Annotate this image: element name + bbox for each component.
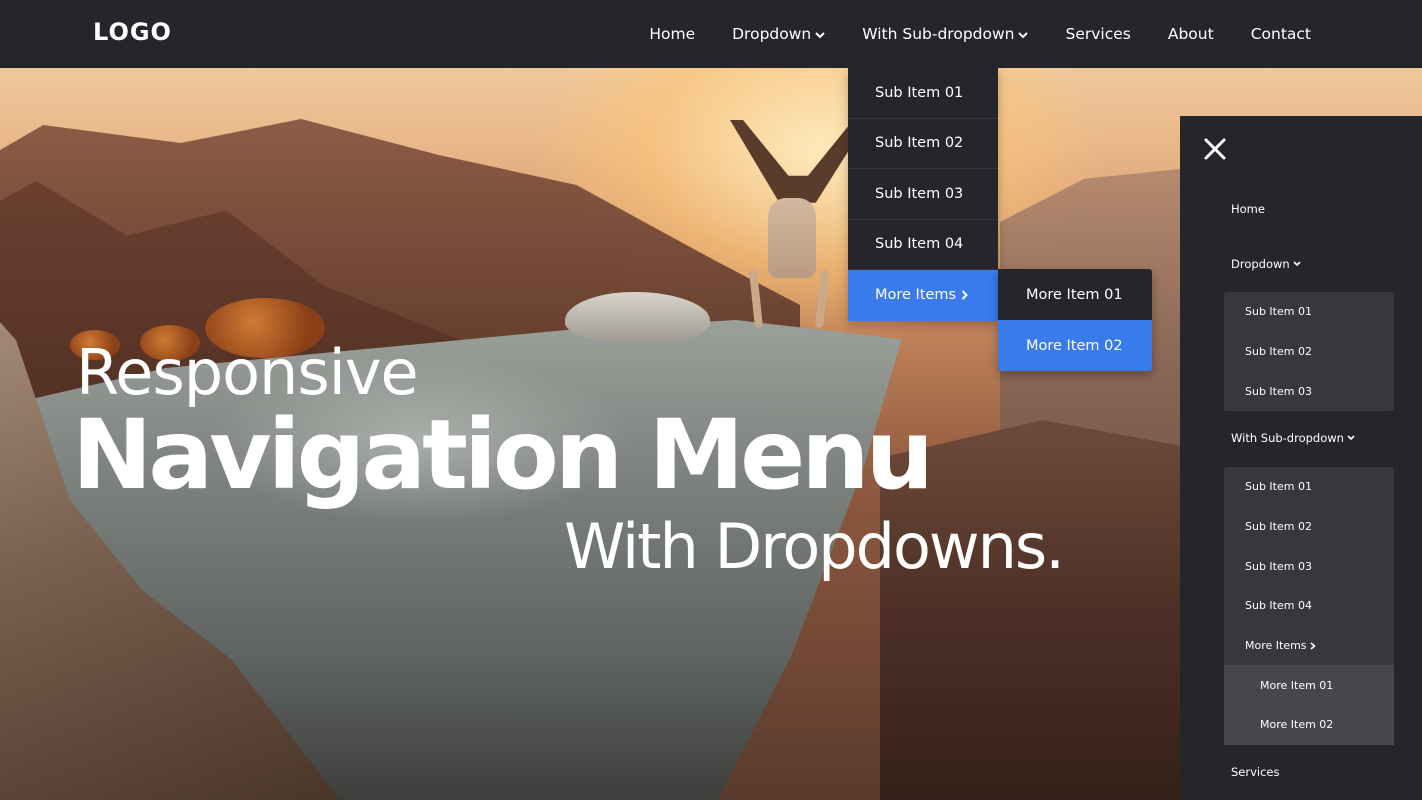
nav-item-about[interactable]: About (1168, 25, 1214, 43)
mobile-item-label: With Sub-dropdown (1231, 431, 1344, 445)
mobile-sub-item[interactable]: Sub Item 03 (1224, 371, 1394, 411)
chevron-down-icon (815, 31, 825, 38)
person-arm (814, 269, 830, 329)
person-arm (748, 269, 764, 329)
chevron-down-icon (1347, 435, 1355, 441)
sub-dropdown-item[interactable]: More Item 02 (998, 320, 1152, 371)
logo[interactable]: LOGO (93, 18, 172, 46)
mobile-more-items-group: More Item 01 More Item 02 (1224, 665, 1394, 745)
mobile-item-services[interactable]: Services (1231, 765, 1280, 779)
person-body (768, 198, 816, 278)
mobile-item-dropdown[interactable]: Dropdown (1231, 257, 1301, 271)
person-legs (730, 120, 860, 203)
chevron-right-icon (1310, 641, 1316, 650)
nav-item-home[interactable]: Home (649, 25, 695, 43)
mobile-sub-item[interactable]: Sub Item 04 (1224, 586, 1394, 626)
nav-item-label: Dropdown (732, 25, 812, 43)
mobile-item-label: Dropdown (1231, 257, 1290, 271)
mobile-menu-panel: Home Dropdown Sub Item 01 Sub Item 02 Su… (1180, 116, 1422, 800)
mobile-sub-item[interactable]: Sub Item 03 (1224, 546, 1394, 586)
mobile-sub-item[interactable]: Sub Item 02 (1224, 332, 1394, 372)
mobile-dropdown-group: Sub Item 01 Sub Item 02 Sub Item 03 (1224, 292, 1394, 412)
mobile-sub-item[interactable]: Sub Item 02 (1224, 507, 1394, 547)
nav-item-label: Home (649, 25, 696, 43)
nav-item-dropdown[interactable]: Dropdown (732, 25, 825, 43)
top-navbar: LOGO Home Dropdown With Sub-dropdown Ser… (0, 0, 1422, 68)
mobile-sub-item[interactable]: Sub Item 01 (1224, 292, 1394, 332)
nav-item-services[interactable]: Services (1065, 25, 1130, 43)
mobile-more-item[interactable]: More Item 02 (1224, 705, 1394, 745)
dropdown-item[interactable]: Sub Item 02 (848, 119, 998, 169)
sub-dropdown-item[interactable]: More Item 01 (998, 269, 1152, 320)
nav-item-label: With Sub-dropdown (862, 25, 1015, 43)
hero-headline-line3: With Dropdowns. (564, 510, 1065, 583)
dropdown-menu: Sub Item 01 Sub Item 02 Sub Item 03 Sub … (848, 68, 998, 321)
dropdown-item[interactable]: Sub Item 03 (848, 169, 998, 220)
chevron-down-icon (1293, 261, 1301, 267)
nav-item-label: About (1167, 25, 1214, 43)
dropdown-item[interactable]: Sub Item 01 (848, 68, 998, 119)
dropdown-item-more-items[interactable]: More Items (848, 270, 998, 321)
mobile-sub-item[interactable]: Sub Item 01 (1224, 467, 1394, 507)
nav-item-with-sub-dropdown[interactable]: With Sub-dropdown (862, 25, 1029, 43)
close-icon[interactable] (1202, 136, 1228, 162)
nav-links: Home Dropdown With Sub-dropdown Services… (649, 0, 1311, 68)
nav-item-contact[interactable]: Contact (1251, 25, 1311, 43)
sub-dropdown-menu: More Item 01 More Item 02 (998, 269, 1152, 371)
nav-item-label: Contact (1250, 25, 1311, 43)
dropdown-item[interactable]: Sub Item 04 (848, 220, 998, 270)
hero-headline-line2: Navigation Menu (72, 399, 934, 511)
dropdown-item-label: More Items (875, 287, 957, 304)
nav-item-label: Services (1065, 25, 1131, 43)
mobile-more-items-label: More Items (1245, 639, 1307, 653)
chevron-right-icon (961, 290, 969, 300)
mobile-more-items[interactable]: More Items (1224, 626, 1394, 666)
mobile-sub-dropdown-group: Sub Item 01 Sub Item 02 Sub Item 03 Sub … (1224, 467, 1394, 745)
mobile-more-item[interactable]: More Item 01 (1224, 665, 1394, 705)
mobile-item-home[interactable]: Home (1231, 202, 1265, 216)
handstand-person (730, 120, 860, 330)
chevron-down-icon (1018, 31, 1029, 38)
mobile-item-with-sub-dropdown[interactable]: With Sub-dropdown (1231, 431, 1355, 445)
